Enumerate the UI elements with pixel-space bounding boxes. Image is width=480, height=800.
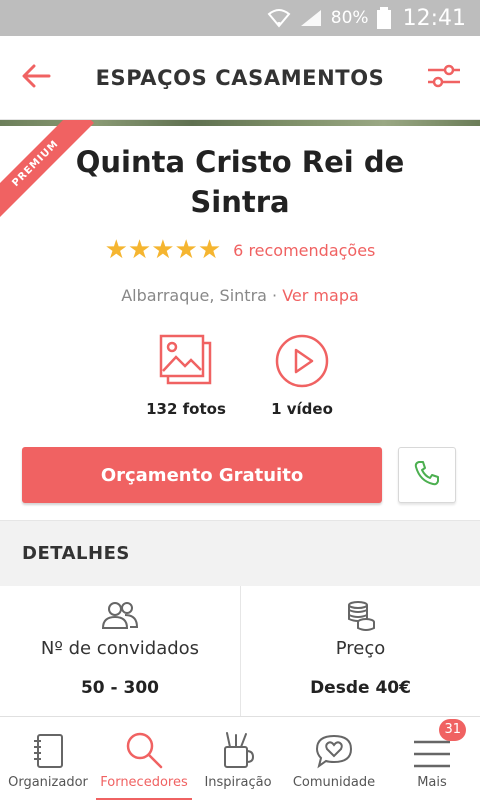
nav-inspiracao[interactable]: Inspiração (192, 717, 284, 800)
page-title: ESPAÇOS CASAMENTOS (95, 65, 385, 90)
nav-comunidade[interactable]: Comunidade (284, 717, 384, 800)
nav-fornecedores[interactable]: Fornecedores (96, 717, 192, 800)
play-icon (232, 330, 372, 392)
star-rating: ★ ★ ★ ★ ★ (105, 236, 222, 264)
recommendations-link[interactable]: 6 recomendações (233, 241, 375, 260)
arrow-left-icon (21, 64, 51, 92)
price-value: Desde 40€ (310, 678, 411, 698)
call-button[interactable] (398, 447, 456, 503)
details-title: DETALHES (22, 543, 130, 564)
guests-label: Nº de convidados (40, 638, 200, 659)
clock: 12:41 (402, 5, 466, 31)
location-text: Albarraque, Sintra (121, 286, 267, 305)
video-button[interactable]: 1 vídeo (232, 330, 372, 418)
nav-label: Fornecedores (100, 775, 188, 790)
nav-label: Mais (417, 775, 447, 790)
details-cards: Nº de convidados 50 - 300 Preço Desde 40… (0, 586, 480, 716)
cup-pencils-icon (221, 717, 255, 769)
star-icon: ★ (127, 235, 152, 265)
nav-label: Organizador (8, 775, 88, 790)
coins-icon (241, 600, 480, 632)
video-count: 1 vídeo (271, 400, 333, 418)
media-row: 132 fotos 1 vídeo (0, 330, 480, 420)
sliders-icon (427, 63, 461, 93)
free-quote-button[interactable]: Orçamento Gratuito (22, 447, 382, 503)
heart-chat-icon (314, 717, 354, 769)
people-icon (0, 600, 240, 630)
nav-organizador[interactable]: Organizador (0, 717, 96, 800)
nav-label: Inspiração (204, 775, 272, 790)
star-icon: ★ (174, 235, 198, 265)
star-icon: ★ (197, 235, 222, 265)
guests-card: Nº de convidados 50 - 300 (0, 586, 240, 716)
map-link[interactable]: Ver mapa (282, 286, 359, 305)
venue-name: Quinta Cristo Rei de Sintra (75, 145, 405, 219)
star-icon: ★ (151, 235, 175, 265)
star-icon: ★ (104, 235, 128, 265)
guests-value: 50 - 300 (80, 678, 160, 698)
nav-mais[interactable]: Mais 31 (384, 717, 480, 800)
battery-percent: 80% (330, 8, 369, 28)
price-label: Preço (335, 638, 386, 659)
details-header: DETALHES (0, 520, 480, 586)
search-icon (125, 717, 163, 769)
phone-icon (413, 459, 441, 491)
price-card: Preço Desde 40€ (240, 586, 480, 716)
wifi-icon (267, 8, 291, 28)
location-separator: · (266, 286, 283, 305)
notification-badge: 31 (439, 719, 466, 741)
back-button[interactable] (0, 36, 72, 120)
signal-icon (299, 8, 323, 28)
bottom-navigation: Organizador Fornecedores Inspiração Comu… (0, 716, 480, 800)
app-bar: ESPAÇOS CASAMENTOS (0, 36, 480, 120)
nav-label: Comunidade (292, 775, 376, 790)
filter-button[interactable] (408, 36, 480, 120)
battery-icon (376, 7, 391, 29)
notebook-icon (32, 717, 64, 769)
status-bar: 80% 12:41 (0, 0, 480, 36)
location-row: Albarraque, Sintra · Ver mapa (0, 286, 480, 305)
rating-row: ★ ★ ★ ★ ★ 6 recomendações (0, 236, 480, 264)
